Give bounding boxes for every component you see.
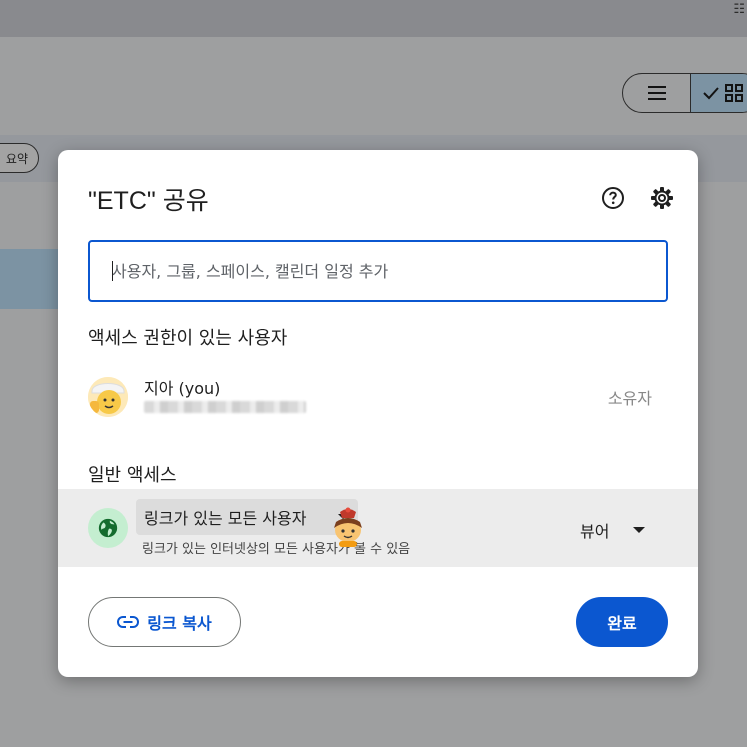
copy-link-label: 링크 복사 bbox=[147, 614, 212, 633]
user-name: 지아 (you) bbox=[144, 379, 221, 398]
user-email-redacted bbox=[144, 401, 306, 413]
done-label: 완료 bbox=[607, 614, 637, 633]
avatar bbox=[88, 377, 128, 417]
people-with-access-heading: 액세스 권한이 있는 사용자 bbox=[88, 328, 288, 349]
help-circle-icon[interactable] bbox=[601, 186, 625, 210]
general-access-role: 뷰어 bbox=[580, 522, 610, 541]
share-dialog: "ETC" 공유 액세스 권한이 있는 사용자 bbox=[58, 150, 698, 677]
general-access-row: 링크가 있는 모든 사용자 링크가 있는 인터넷상의 모든 사용자가 볼 수 있… bbox=[58, 489, 698, 567]
user-role: 소유자 bbox=[607, 389, 652, 408]
general-access-scope: 링크가 있는 모든 사용자 bbox=[144, 509, 307, 528]
globe-icon bbox=[88, 508, 128, 548]
chevron-down-icon bbox=[633, 527, 646, 533]
link-icon bbox=[117, 616, 140, 628]
general-access-dropdown[interactable]: 링크가 있는 모든 사용자 bbox=[136, 499, 358, 535]
share-input-box bbox=[88, 240, 668, 302]
general-access-heading: 일반 액세스 bbox=[88, 465, 177, 486]
user-row: 지아 (you) 소유자 bbox=[88, 375, 668, 419]
cursor-mascot-icon bbox=[334, 507, 362, 547]
avatar-illustration bbox=[88, 377, 128, 417]
copy-link-button[interactable]: 링크 복사 bbox=[88, 597, 241, 647]
add-people-input[interactable] bbox=[90, 242, 666, 300]
general-access-role-dropdown[interactable]: 뷰어 bbox=[580, 518, 646, 542]
text-caret bbox=[112, 261, 113, 281]
done-button[interactable]: 완료 bbox=[576, 597, 668, 647]
dialog-title: "ETC" 공유 bbox=[88, 187, 209, 215]
general-access-description: 링크가 있는 인터넷상의 모든 사용자가 볼 수 있음 bbox=[142, 542, 411, 557]
gear-icon[interactable] bbox=[650, 186, 674, 210]
